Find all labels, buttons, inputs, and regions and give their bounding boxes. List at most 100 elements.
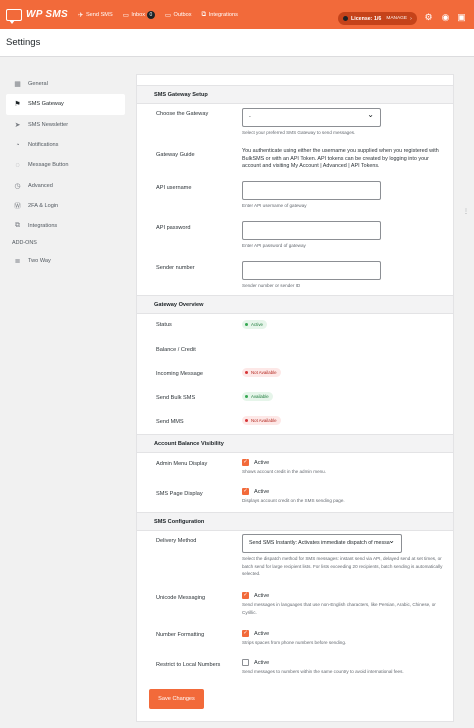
top-bar: WP SMS ✈ Send SMS ▭ Inbox 0 ▭ Outbox ⧉ I… — [0, 0, 474, 29]
wp-sms-logo[interactable]: WP SMS — [6, 8, 68, 24]
bell-icon: ◔ — [15, 141, 20, 149]
choose-gateway-label: Choose the Gateway — [156, 111, 209, 117]
checkbox-label: Active — [254, 488, 270, 495]
status-badge: Not Available — [242, 368, 281, 377]
status-dot — [245, 323, 248, 326]
number-formatting-checkbox[interactable]: ✓ Active — [242, 630, 269, 637]
sidebar-item-label: Integrations — [28, 223, 58, 230]
status-badge-label: Not Available — [251, 418, 277, 423]
restrict-local-checkbox[interactable]: Active — [242, 659, 269, 666]
overview-incoming-label: Incoming Message — [156, 371, 203, 377]
save-changes-button[interactable]: Save Changes — [149, 689, 204, 709]
grid-icon: ▦ — [14, 81, 21, 89]
nav-outbox[interactable]: ▭ Outbox — [165, 11, 192, 19]
sidebar-item-label: Notifications — [28, 142, 59, 149]
settings-sidebar: ▦ General ⚑ SMS Gateway ➤ SMS Newsletter… — [6, 74, 125, 271]
sidebar-item-label: SMS Gateway — [28, 101, 64, 108]
checkbox-label: Active — [254, 592, 270, 599]
settings-card: SMS Gateway Setup Choose the Gateway - S… — [136, 74, 454, 722]
gear-icon[interactable]: ⚙ — [423, 12, 434, 23]
sidebar-item-notifications[interactable]: ◔ Notifications — [6, 135, 125, 155]
sidebar-item-advanced[interactable]: ◷ Advanced — [6, 175, 125, 195]
overview-balance-label: Balance / Credit — [156, 347, 196, 353]
restrict-local-help: Send messages to numbers within the same… — [242, 669, 404, 674]
paper-plane-icon: ✈ — [78, 11, 84, 19]
top-nav: ✈ Send SMS ▭ Inbox 0 ▭ Outbox ⧉ Integrat… — [78, 10, 238, 19]
nav-integrations[interactable]: ⧉ Integrations — [202, 11, 238, 19]
checkmark-icon: ✓ — [242, 592, 249, 599]
sms-page-display-help: Displays account credit on the SMS sendi… — [242, 498, 345, 503]
overview-bulk-label: Send Bulk SMS — [156, 395, 196, 401]
gauge-icon: ◷ — [14, 182, 21, 190]
nav-label: Integrations — [208, 11, 238, 18]
status-dot — [245, 419, 248, 422]
checkbox-label: Active — [254, 459, 270, 466]
checkbox-empty-icon — [242, 659, 249, 666]
delivery-method-help: Select the dispatch method for SMS messa… — [242, 556, 443, 576]
sidebar-item-label: Advanced — [28, 182, 53, 189]
sidebar-item-two-way[interactable]: ≣ Two Way — [6, 250, 125, 270]
license-button[interactable]: License: 1/6 MANAGE › — [338, 12, 417, 25]
sidebar-item-sms-gateway[interactable]: ⚑ SMS Gateway — [6, 94, 125, 115]
sidebar-item-general[interactable]: ▦ General — [6, 74, 125, 94]
section-heading: SMS Gateway Setup — [137, 85, 453, 104]
chat-icon: ◌ — [15, 161, 20, 169]
flag-icon: ⚑ — [14, 101, 21, 109]
layers-icon: ≣ — [14, 257, 21, 265]
status-dot — [245, 395, 248, 398]
sidebar-item-message-button[interactable]: ◌ Message Button — [6, 155, 125, 175]
sidebar-item-2fa-login[interactable]: Ⓦ 2FA & Login — [6, 196, 125, 216]
status-dot — [245, 371, 248, 374]
gateway-select-help: Select your preferred SMS Gateway to sen… — [242, 130, 356, 135]
inbox-count-badge: 0 — [147, 10, 155, 19]
sidebar-item-label: General — [28, 81, 48, 88]
section-heading: Account Balance Visibility — [137, 434, 453, 453]
checkmark-icon: ✓ — [242, 459, 249, 466]
puzzle-icon: ⧉ — [15, 222, 20, 230]
send-icon: ➤ — [14, 121, 21, 129]
gift-icon[interactable]: ▣ — [456, 12, 467, 23]
sender-number-input[interactable] — [242, 261, 381, 280]
admin-menu-display-label: Admin Menu Display — [156, 461, 208, 467]
sidebar-item-integrations[interactable]: ⧉ Integrations — [6, 216, 125, 236]
api-username-label: API username — [156, 185, 192, 191]
status-badge-label: Not Available — [251, 370, 277, 375]
sidebar-item-label: Two Way — [28, 257, 51, 264]
status-badge: Active — [242, 320, 267, 329]
sms-page-display-label: SMS Page Display — [156, 491, 203, 497]
overview-mms-label: Send MMS — [156, 419, 184, 425]
api-password-input[interactable] — [242, 221, 381, 240]
number-formatting-help: Strips spaces from phone numbers before … — [242, 640, 347, 645]
number-formatting-label: Number Formatting — [156, 632, 205, 638]
unicode-messaging-checkbox[interactable]: ✓ Active — [242, 592, 269, 599]
sidebar-item-label: Message Button — [28, 162, 69, 169]
brand-name: WP SMS — [26, 9, 68, 20]
license-manage-label: MANAGE — [386, 16, 408, 21]
sidebar-item-label: SMS Newsletter — [28, 121, 69, 128]
nav-inbox[interactable]: ▭ Inbox 0 — [122, 10, 155, 19]
nav-label: Inbox — [131, 11, 146, 18]
collapse-handle-icon[interactable]: ⋮ — [463, 207, 470, 217]
api-username-input[interactable] — [242, 181, 381, 200]
unicode-messaging-help: Send messages in languages that use non-… — [242, 602, 436, 615]
wordpress-icon: Ⓦ — [14, 202, 21, 210]
delivery-method-select[interactable]: Send SMS Instantly: Activates immediate … — [242, 534, 402, 553]
gateway-select[interactable]: - — [242, 108, 381, 127]
checkmark-icon: ✓ — [242, 488, 249, 495]
restrict-local-label: Restrict to Local Numbers — [156, 662, 221, 668]
admin-menu-display-help: Shows account credit in the admin menu. — [242, 469, 327, 474]
nav-send-sms[interactable]: ✈ Send SMS — [78, 11, 113, 19]
help-icon[interactable]: ◉ — [440, 12, 451, 23]
plug-icon: ⧉ — [201, 10, 207, 18]
chevron-right-icon: › — [410, 15, 412, 22]
inbox-icon: ▭ — [122, 11, 129, 19]
nav-label: Outbox — [173, 11, 192, 18]
outbox-icon: ▭ — [164, 11, 171, 19]
sms-page-display-checkbox[interactable]: ✓ Active — [242, 488, 269, 495]
admin-menu-display-checkbox[interactable]: ✓ Active — [242, 459, 269, 466]
delivery-method-label: Delivery Method — [156, 538, 197, 544]
status-badge: Not Available — [242, 416, 281, 425]
sidebar-item-sms-newsletter[interactable]: ➤ SMS Newsletter — [6, 115, 125, 135]
addons-heading: ADD-ONS — [12, 240, 37, 247]
nav-label: Send SMS — [85, 11, 113, 18]
